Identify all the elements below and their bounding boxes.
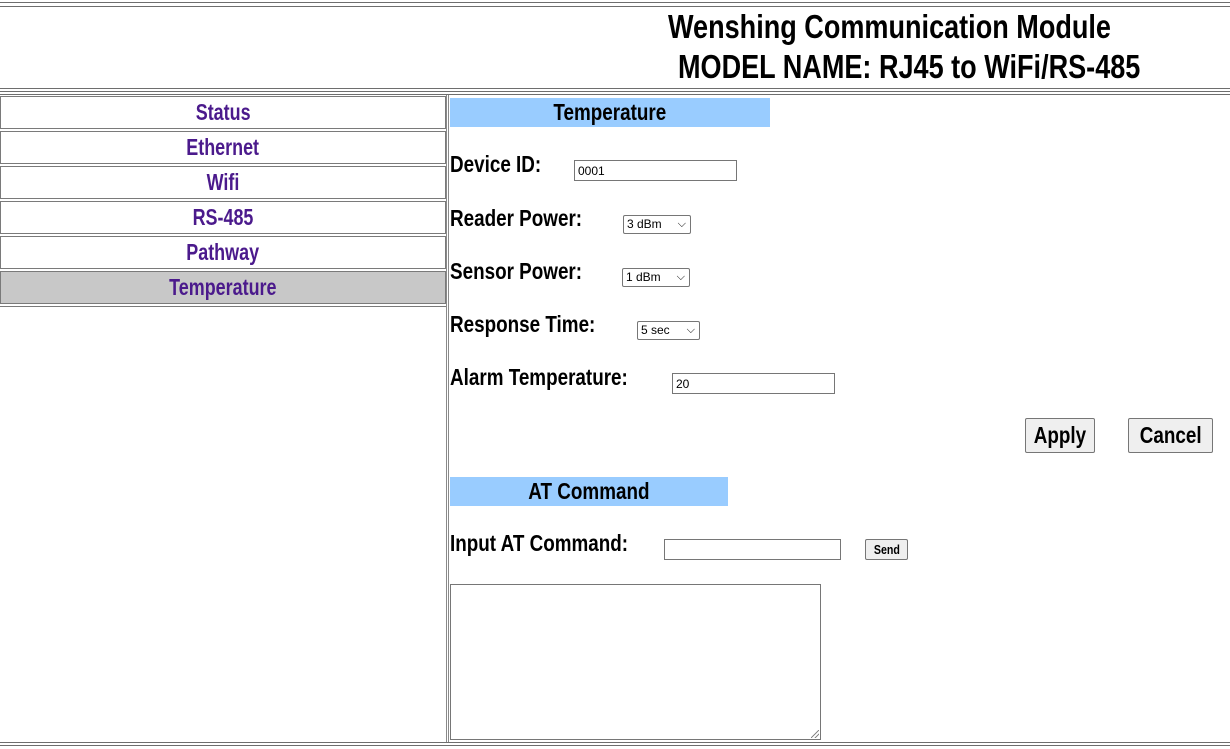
cancel-button[interactable]: Cancel xyxy=(1128,418,1213,453)
sidebar-item-ethernet[interactable]: Ethernet xyxy=(0,131,446,164)
select-value: 5 sec xyxy=(641,323,670,337)
response-time-label: Response Time: xyxy=(450,311,596,337)
at-response-textarea[interactable] xyxy=(450,584,821,740)
temperature-section-header: Temperature xyxy=(450,98,770,127)
header-rule-2 xyxy=(0,91,1230,92)
bottom-rule-2 xyxy=(0,745,1230,746)
section-title: Temperature xyxy=(553,99,667,125)
select-value: 3 dBm xyxy=(627,217,662,231)
header-rule xyxy=(0,88,1230,89)
select-value: 1 dBm xyxy=(626,270,661,284)
send-label: Send xyxy=(873,542,900,557)
sidebar-item-label: RS-485 xyxy=(192,204,254,230)
sidebar-rule xyxy=(0,306,446,307)
section-title: AT Command xyxy=(528,478,650,504)
device-id-label: Device ID: xyxy=(450,151,542,177)
sidebar-item-pathway[interactable]: Pathway xyxy=(0,236,446,269)
header-title: Wenshing Communication Module xyxy=(668,8,1111,45)
sidebar-item-label: Wifi xyxy=(206,169,240,195)
alarm-temperature-label: Alarm Temperature: xyxy=(450,364,628,390)
sensor-power-select[interactable]: 1 dBm ⌵ xyxy=(622,268,690,287)
send-button[interactable]: Send xyxy=(865,539,908,560)
bottom-rule xyxy=(0,742,1230,743)
alarm-temperature-input[interactable] xyxy=(672,373,835,394)
apply-button[interactable]: Apply xyxy=(1025,418,1095,453)
sensor-power-label: Sensor Power: xyxy=(450,258,583,284)
sidebar-item-label: Temperature xyxy=(169,274,277,300)
header-rule-3 xyxy=(0,94,1230,95)
response-time-select[interactable]: 5 sec ⌵ xyxy=(637,321,700,340)
chevron-down-icon: ⌵ xyxy=(686,324,695,336)
at-command-section-header: AT Command xyxy=(450,477,728,506)
resize-grip-icon[interactable] xyxy=(811,730,819,738)
sidebar-item-label: Pathway xyxy=(186,239,260,265)
chevron-down-icon: ⌵ xyxy=(677,218,686,230)
top-rule-2 xyxy=(0,6,1230,7)
top-rule xyxy=(0,2,1230,3)
sidebar-item-wifi[interactable]: Wifi xyxy=(0,166,446,199)
at-command-input[interactable] xyxy=(664,539,841,560)
sidebar-item-label: Status xyxy=(195,99,251,125)
at-command-label: Input AT Command: xyxy=(450,530,629,556)
sidebar-item-label: Ethernet xyxy=(186,134,260,160)
sidebar-item-temperature[interactable]: Temperature xyxy=(0,271,446,304)
cancel-label: Cancel xyxy=(1139,422,1202,448)
sidebar-nav: Status Ethernet Wifi RS-485 Pathway Temp… xyxy=(0,96,446,742)
column-divider-highlight xyxy=(447,95,448,743)
apply-label: Apply xyxy=(1033,422,1087,448)
sidebar-item-rs485[interactable]: RS-485 xyxy=(0,201,446,234)
reader-power-select[interactable]: 3 dBm ⌵ xyxy=(623,215,691,234)
sidebar-item-status[interactable]: Status xyxy=(0,96,446,129)
reader-power-label: Reader Power: xyxy=(450,205,583,231)
device-id-input[interactable] xyxy=(574,160,737,181)
chevron-down-icon: ⌵ xyxy=(676,271,685,283)
model-name: MODEL NAME: RJ45 to WiFi/RS-485 xyxy=(678,48,1141,85)
